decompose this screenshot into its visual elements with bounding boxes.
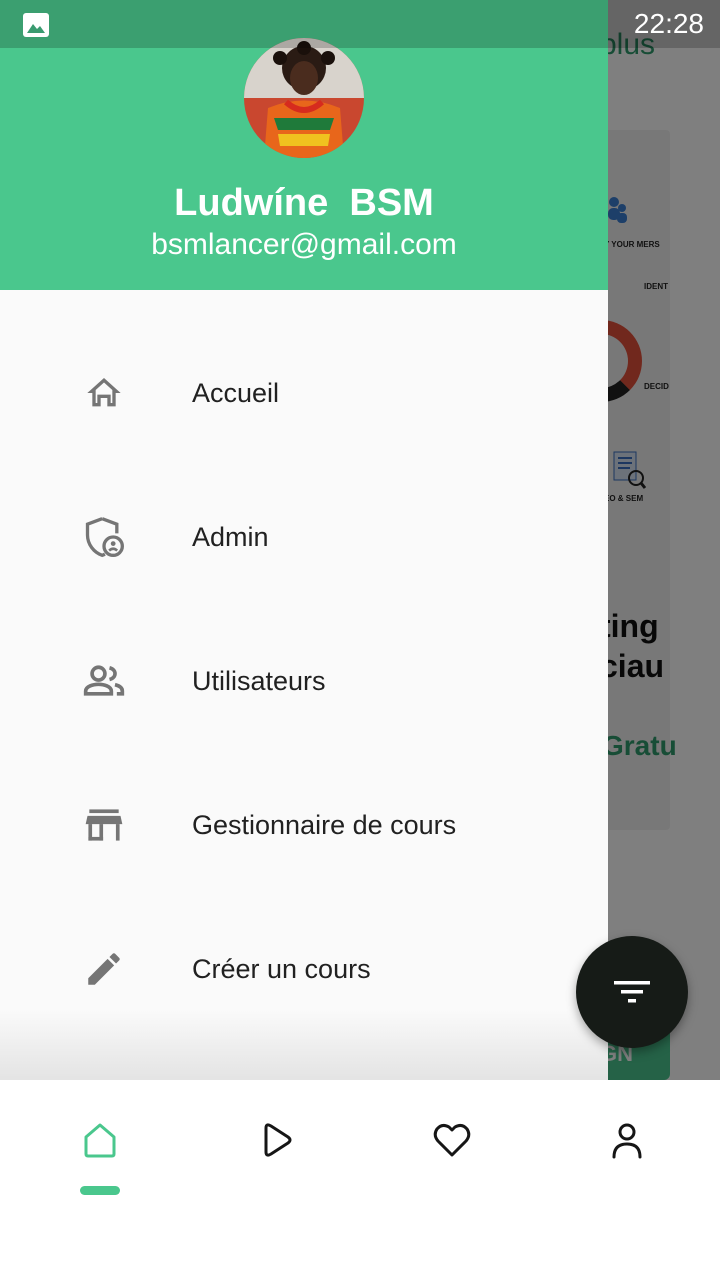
heart-icon xyxy=(433,1123,471,1157)
admin-shield-icon xyxy=(82,515,126,559)
menu-label-creer-un-cours: Créer un cours xyxy=(192,953,371,984)
menu-label-admin: Admin xyxy=(192,521,269,552)
profile-icon xyxy=(612,1123,642,1159)
menu-label-accueil: Accueil xyxy=(192,377,280,408)
store-icon xyxy=(82,803,126,847)
home-icon xyxy=(84,1123,116,1158)
menu-label-gestionnaire-de-cours: Gestionnaire de cours xyxy=(192,809,457,840)
status-time: 22:28 xyxy=(633,8,704,39)
nav-active-indicator xyxy=(80,1186,120,1195)
menu-label-utilisateurs: Utilisateurs xyxy=(192,665,326,696)
nav-home-button[interactable] xyxy=(76,1116,124,1164)
menu-item-creer-un-cours[interactable]: Créer un cours xyxy=(0,919,608,1019)
nav-play-button[interactable] xyxy=(252,1116,300,1164)
user-name: Ludwíne BSM xyxy=(174,182,434,224)
bottom-navigation xyxy=(0,1080,720,1280)
nav-profile-button[interactable] xyxy=(603,1116,651,1164)
menu-item-utilisateurs[interactable]: Utilisateurs xyxy=(0,631,608,731)
pencil-icon xyxy=(82,947,126,991)
menu-item-accueil[interactable]: Accueil xyxy=(0,343,608,443)
image-icon xyxy=(23,13,49,37)
home-icon xyxy=(82,371,126,415)
status-bar: 22:28 xyxy=(0,0,720,48)
filter-fab-button[interactable] xyxy=(576,936,688,1048)
navigation-drawer: Ludwíne BSM bsmlancer@gmail.com Accueil … xyxy=(0,0,608,1080)
play-icon xyxy=(264,1123,292,1157)
avatar-image xyxy=(244,38,364,158)
drawer-bottom-fade xyxy=(0,1010,608,1080)
user-email: bsmlancer@gmail.com xyxy=(151,228,457,261)
filter-icon xyxy=(614,981,650,1003)
users-icon xyxy=(82,659,126,703)
nav-favorites-button[interactable] xyxy=(428,1116,476,1164)
avatar[interactable] xyxy=(244,38,364,158)
menu-item-admin[interactable]: Admin xyxy=(0,487,608,587)
menu-item-gestionnaire-de-cours[interactable]: Gestionnaire de cours xyxy=(0,775,608,875)
